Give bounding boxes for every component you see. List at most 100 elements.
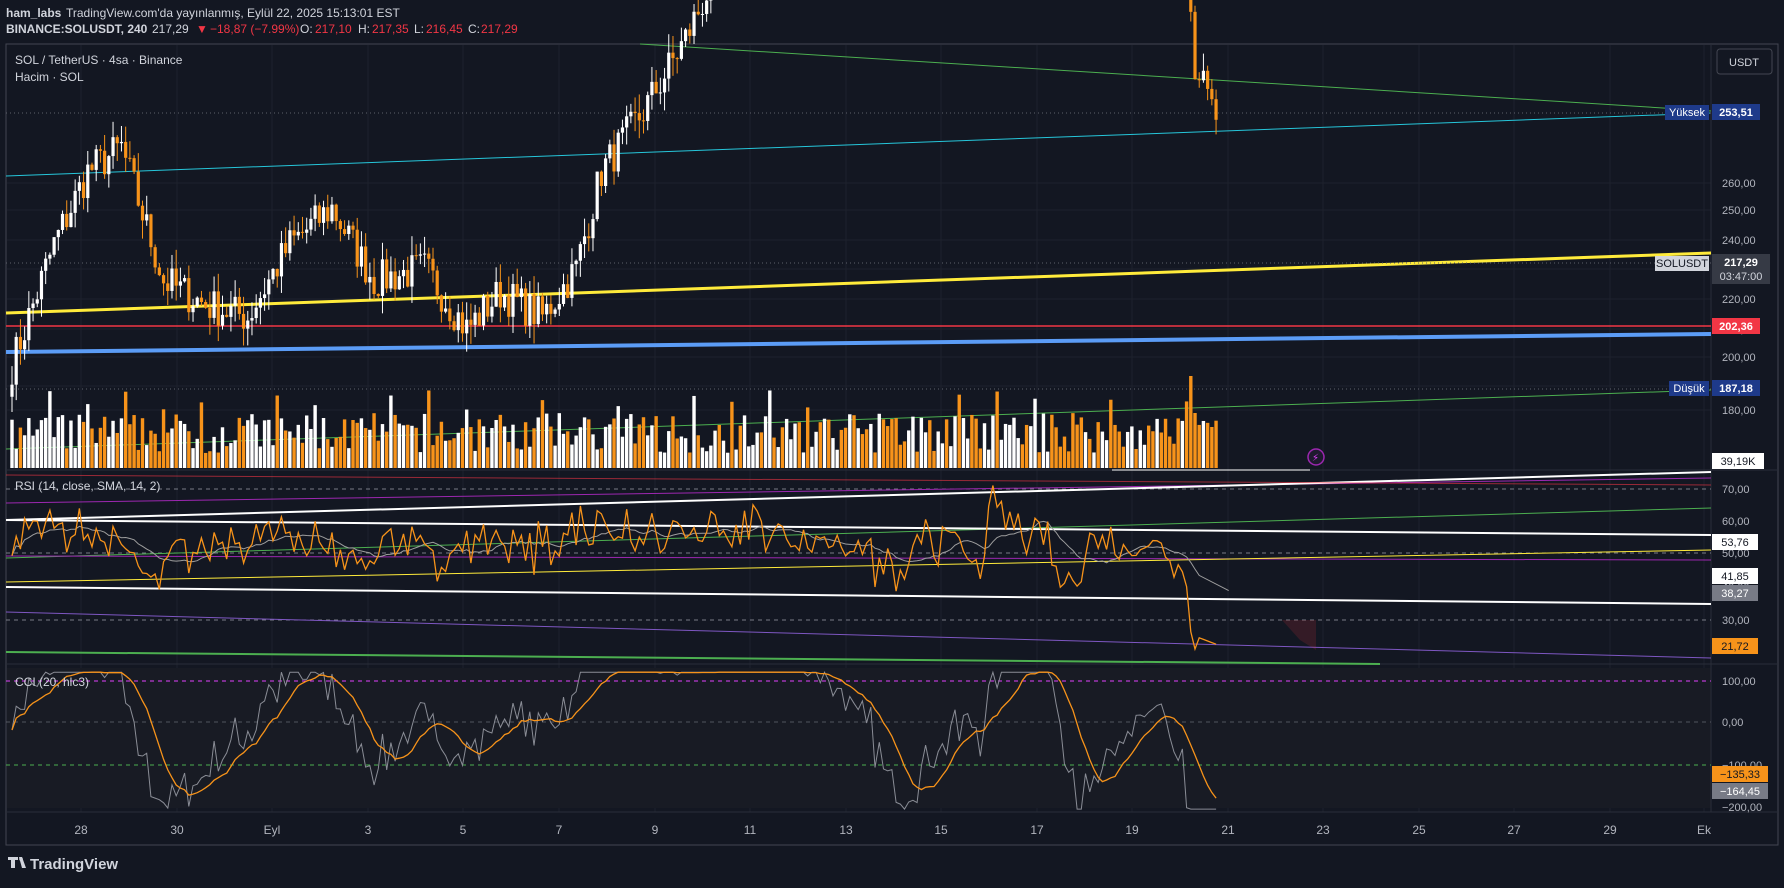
candle-body — [254, 307, 258, 319]
candle-body — [81, 182, 86, 199]
candle-body — [27, 308, 31, 341]
volume-bar — [612, 418, 616, 468]
footer-brand: TradingView — [30, 856, 118, 873]
volume-bar — [393, 414, 397, 468]
candle-body — [86, 164, 90, 199]
tradingview-logo[interactable]: TradingView — [8, 856, 118, 873]
rsi-tick-label: 30,00 — [1722, 615, 1750, 627]
volume-bar — [629, 414, 633, 468]
volume-bar — [170, 428, 174, 468]
volume-bar — [1130, 426, 1134, 468]
candle-body — [372, 276, 376, 295]
volume-bar — [717, 424, 721, 468]
volume-bar — [452, 438, 456, 468]
volume-bar — [603, 426, 608, 468]
candle-body — [671, 52, 675, 59]
time-tick-label: 29 — [1603, 823, 1617, 837]
volume-bar — [1197, 424, 1201, 468]
candle-body — [427, 253, 431, 259]
candle-body — [31, 303, 35, 309]
candle-body — [132, 158, 136, 172]
tradingview-logo-icon — [8, 857, 26, 868]
volume-bar — [982, 423, 987, 468]
volume-bar — [907, 430, 911, 468]
volume-bar — [763, 416, 768, 468]
volume-bar — [363, 428, 368, 468]
time-tick-label: 23 — [1316, 823, 1330, 837]
candle-body — [675, 58, 679, 60]
volume-bar — [730, 401, 734, 468]
candle-body — [709, 0, 713, 1]
volume-bar — [1180, 420, 1185, 468]
volume-bar — [923, 432, 928, 468]
ohlc-l-label: L: — [414, 22, 424, 36]
volume-bar — [1214, 420, 1218, 468]
ohlc-o-label: O: — [300, 22, 313, 36]
candle-body — [212, 291, 216, 318]
candle-body — [566, 284, 570, 298]
volume-bar — [410, 425, 414, 468]
candle-body — [641, 120, 646, 122]
price-tick-label: 180,00 — [1722, 405, 1756, 417]
candle-body — [599, 171, 603, 186]
volume-bar — [890, 419, 894, 468]
candle-body — [73, 190, 77, 213]
currency-label: USDT — [1729, 57, 1759, 69]
volume-bar — [835, 449, 839, 468]
candle-body — [195, 297, 199, 307]
volume-bar — [98, 427, 103, 468]
pair-legend[interactable]: SOL / TetherUS · 4sa · Binance — [15, 53, 183, 67]
ohlc-o-value: 217,10 — [315, 22, 352, 36]
candle-body — [553, 309, 557, 314]
volume-bar — [515, 448, 519, 468]
candle-body — [183, 278, 187, 282]
volume-bar — [818, 422, 823, 468]
candle-body — [233, 296, 237, 306]
candle-body — [540, 296, 545, 315]
volume-bar — [864, 429, 869, 468]
candle-body — [178, 281, 182, 286]
volume-bar — [486, 447, 490, 468]
volume-bar — [422, 413, 427, 468]
volume-bar — [1113, 424, 1117, 468]
volume-legend[interactable]: Hacim · SOL — [15, 70, 84, 84]
volume-bar — [519, 449, 524, 468]
trading-chart[interactable]: ham_labs TradingView.com'da yayınlanmış,… — [0, 0, 1784, 883]
volume-bar — [246, 420, 250, 468]
candle-body — [140, 205, 145, 221]
candle-body — [684, 29, 688, 42]
volume-bar — [683, 438, 688, 468]
volume-bar — [418, 452, 423, 468]
volume-bar — [149, 430, 153, 468]
volume-bar — [949, 446, 953, 468]
volume-bar — [544, 413, 549, 468]
volume-bar — [60, 415, 65, 468]
volume-bar — [94, 442, 98, 468]
candle-body — [532, 294, 536, 325]
candle-body — [326, 207, 330, 222]
volume-bar — [406, 424, 410, 468]
volume-bar — [435, 435, 439, 468]
volume-bar — [528, 446, 532, 468]
volume-bar — [111, 420, 115, 468]
volume-bar — [220, 427, 225, 468]
candle-body — [284, 243, 288, 254]
cci-legend[interactable]: CCI (20, hlc3) — [15, 675, 89, 689]
volume-bar — [970, 414, 974, 468]
volume-bar — [1020, 444, 1025, 468]
volume-bar — [136, 449, 140, 468]
candle-body — [511, 283, 515, 317]
volume-bar — [73, 447, 77, 468]
volume-bar — [780, 427, 785, 468]
last-price: 217,29 — [152, 22, 189, 36]
volume-bar — [389, 395, 393, 468]
volume-bar — [578, 427, 583, 468]
volume-bar — [713, 430, 717, 468]
volume-bar — [784, 418, 789, 468]
rsi-legend[interactable]: RSI (14, close, SMA, 14, 2) — [15, 479, 160, 493]
volume-bar — [288, 431, 292, 468]
volume-bar — [1138, 430, 1142, 468]
volume-bar — [90, 428, 94, 468]
volume-bar — [755, 432, 759, 468]
volume-bar — [553, 445, 557, 468]
